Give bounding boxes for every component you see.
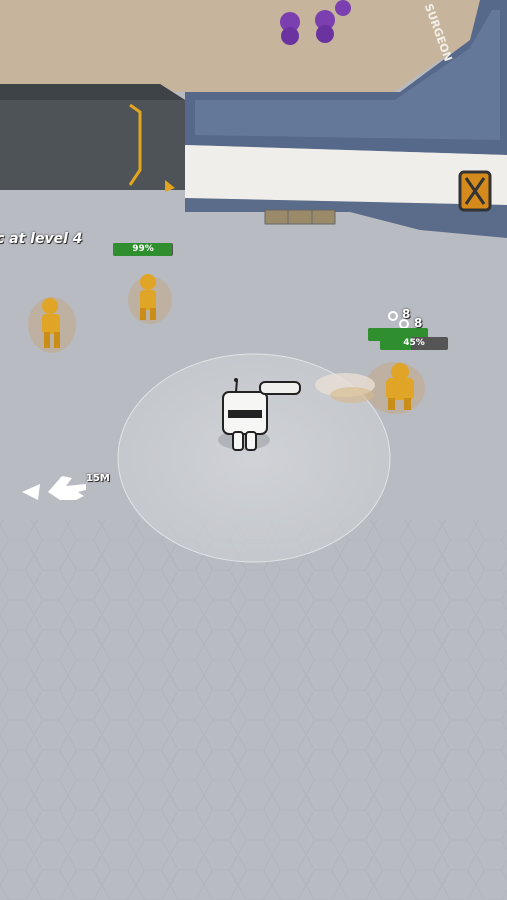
sand-area-left	[0, 0, 190, 92]
ammo-count: 8	[402, 307, 411, 321]
purple-enemy	[280, 12, 300, 45]
purple-enemy	[315, 10, 335, 43]
health-percent: 45%	[403, 338, 425, 348]
enemy-health-bar: 45%	[380, 337, 448, 350]
objective-text: c at level 4	[0, 231, 83, 247]
health-percent: 99%	[132, 244, 154, 254]
floor-vent	[264, 209, 336, 225]
ammo-count: 8	[414, 316, 423, 330]
game-scene	[0, 0, 507, 900]
direction-distance: 15M	[86, 473, 110, 484]
yellow-enemy-left[interactable]	[28, 297, 76, 353]
floor-hex-pattern	[0, 520, 507, 900]
dark-wall-top	[0, 84, 185, 100]
purple-enemy	[335, 0, 351, 16]
enemy-health-bar: 99%	[113, 243, 173, 256]
